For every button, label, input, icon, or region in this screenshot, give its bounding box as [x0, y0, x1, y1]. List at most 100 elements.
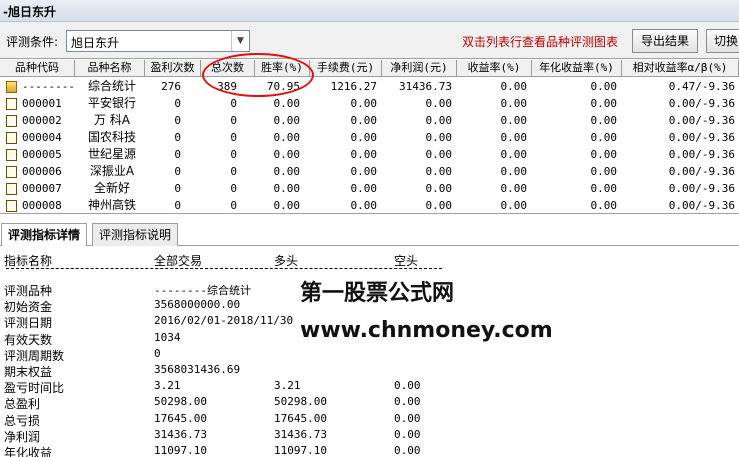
detail-long: 3.21	[274, 379, 301, 393]
detail-header-short: 空头	[394, 254, 419, 268]
cell-name: 平安银行	[87, 96, 136, 110]
detail-short: 0.00	[394, 379, 421, 393]
cell-code: 000002	[22, 114, 62, 127]
cell-code: 000001	[22, 97, 62, 110]
column-header[interactable]: 盈利次数	[145, 60, 201, 77]
cell-fee: 0.00	[350, 199, 378, 212]
cell-name: 神州高铁	[87, 198, 136, 212]
cell-ret: 0.00	[500, 131, 528, 144]
cell-win: 0	[174, 165, 181, 178]
cell-name: 全新好	[93, 181, 130, 195]
cell-rel: 0.00/-9.36	[668, 182, 735, 195]
cell-win: 0	[174, 97, 181, 110]
table-row[interactable]: 000005 世纪星源 0 0 0.00 0.00 0.00 0.00 0.00 0.00/-9.…	[0, 146, 739, 163]
cell-total: 0	[230, 114, 237, 127]
watermark-title: 第一股票公式网	[300, 281, 455, 306]
cell-name: 世纪星源	[87, 147, 136, 161]
detail-name: 期末权益	[4, 365, 53, 379]
table-row[interactable]: 000002 万 科A 0 0 0.00 0.00 0.00 0.00 0.00 0.00/-9.…	[0, 112, 739, 129]
cell-ret: 0.00	[500, 80, 528, 93]
document-icon	[6, 149, 17, 161]
cell-name: 万 科A	[93, 113, 131, 127]
detail-all: 0	[154, 346, 161, 360]
cell-rate: 0.00	[273, 131, 301, 144]
cell-annual: 0.00	[590, 131, 618, 144]
switch-button[interactable]: 切换	[706, 29, 739, 53]
cell-code: --------	[22, 80, 75, 93]
tab-description[interactable]: 评测指标说明	[92, 223, 179, 246]
table-row[interactable]: 000001 平安银行 0 0 0.00 0.00 0.00 0.00 0.00 0.00/-9.…	[0, 95, 739, 112]
cell-code: 000008	[22, 199, 62, 212]
cell-fee: 0.00	[350, 97, 378, 110]
highlight-circle	[202, 53, 314, 97]
column-header[interactable]: 品种代码	[0, 60, 75, 77]
export-results-button[interactable]: 导出结果	[632, 29, 698, 53]
cell-rel: 0.00/-9.36	[668, 97, 735, 110]
cell-win: 0	[174, 114, 181, 127]
cell-rate: 0.00	[273, 165, 301, 178]
results-table: 品种代码 品种名称 盈利次数 总次数 胜率(%) 手续费(元) 净利润(元) 收益率(%) 年化…	[0, 58, 739, 214]
cell-total: 0	[230, 199, 237, 212]
cell-code: 000004	[22, 131, 62, 144]
detail-header-all: 全部交易	[154, 254, 203, 268]
cell-ret: 0.00	[500, 199, 528, 212]
cell-rate: 0.00	[273, 182, 301, 195]
detail-name: 总盈利	[4, 397, 41, 412]
cell-annual: 0.00	[590, 114, 618, 127]
document-icon	[6, 115, 17, 127]
cell-ret: 0.00	[500, 182, 528, 195]
column-header[interactable]: 品种名称	[75, 60, 145, 77]
column-header[interactable]: 净利润(元)	[382, 60, 457, 77]
detail-name: 评测品种	[4, 284, 53, 298]
cell-rel: 0.00/-9.36	[668, 114, 735, 127]
column-header[interactable]: 收益率(%)	[457, 60, 532, 77]
cell-profit: 0.00	[425, 182, 453, 195]
detail-divider	[6, 268, 442, 269]
cell-name: 深振业A	[89, 164, 135, 178]
table-row[interactable]: 000006 深振业A 0 0 0.00 0.00 0.00 0.00 0.00 0.00/-9.…	[0, 163, 739, 180]
document-icon	[6, 98, 17, 110]
cell-annual: 0.00	[590, 148, 618, 161]
cell-profit: 0.00	[425, 199, 453, 212]
detail-long: 11097.10	[274, 444, 327, 457]
table-row[interactable]: 000008 神州高铁 0 0 0.00 0.00 0.00 0.00 0.00 0.00/-9.…	[0, 197, 739, 214]
cell-annual: 0.00	[590, 182, 618, 195]
cell-rel: 0.00/-9.36	[668, 165, 735, 178]
cell-profit: 0.00	[425, 165, 453, 178]
summary-icon	[6, 81, 17, 93]
cell-code: 000007	[22, 182, 62, 195]
detail-name: 净利润	[4, 429, 41, 444]
cell-ret: 0.00	[500, 97, 528, 110]
detail-name: 评测日期	[4, 316, 53, 331]
cell-annual: 0.00	[590, 97, 618, 110]
detail-header-long: 多头	[274, 254, 299, 268]
cell-fee: 0.00	[350, 131, 378, 144]
cell-fee: 0.00	[350, 165, 378, 178]
chevron-down-icon[interactable]: ▼	[231, 31, 249, 51]
tab-detail[interactable]: 评测指标详情	[1, 223, 88, 247]
detail-short: 0.00	[394, 427, 421, 441]
cell-total: 0	[230, 182, 237, 195]
column-header[interactable]: 年化收益率(%)	[532, 60, 622, 77]
cell-profit: 31436.73	[399, 80, 452, 93]
table-row[interactable]: -------- 综合统计 276 389 70.95 1216.27 31436.73 0.…	[0, 78, 739, 95]
cell-rate: 0.00	[273, 199, 301, 212]
cell-fee: 1216.27	[330, 80, 377, 93]
detail-all: 3568031436.69	[154, 363, 241, 376]
cell-fee: 0.00	[350, 148, 378, 161]
cell-fee: 0.00	[350, 114, 378, 127]
cell-code: 000005	[22, 148, 62, 161]
column-header[interactable]: 相对收益率α/β(%)	[622, 60, 739, 77]
detail-short: 0.00	[394, 444, 421, 457]
condition-select[interactable]: 旭日东升 ▼	[66, 30, 250, 52]
condition-value: 旭日东升	[71, 36, 120, 50]
hint-text: 双击列表行查看品种评测图表	[462, 35, 619, 49]
table-row[interactable]: 000004 国农科技 0 0 0.00 0.00 0.00 0.00 0.00 0.00/-9.…	[0, 129, 739, 146]
detail-name: 总亏损	[4, 413, 41, 428]
cell-name: 国农科技	[87, 130, 136, 144]
table-row[interactable]: 000007 全新好 0 0 0.00 0.00 0.00 0.00 0.00 0.00/-9.3…	[0, 180, 739, 197]
cell-total: 0	[230, 148, 237, 161]
cell-ret: 0.00	[500, 165, 528, 178]
detail-short: 0.00	[394, 395, 421, 409]
column-header[interactable]: 手续费(元)	[310, 60, 382, 77]
